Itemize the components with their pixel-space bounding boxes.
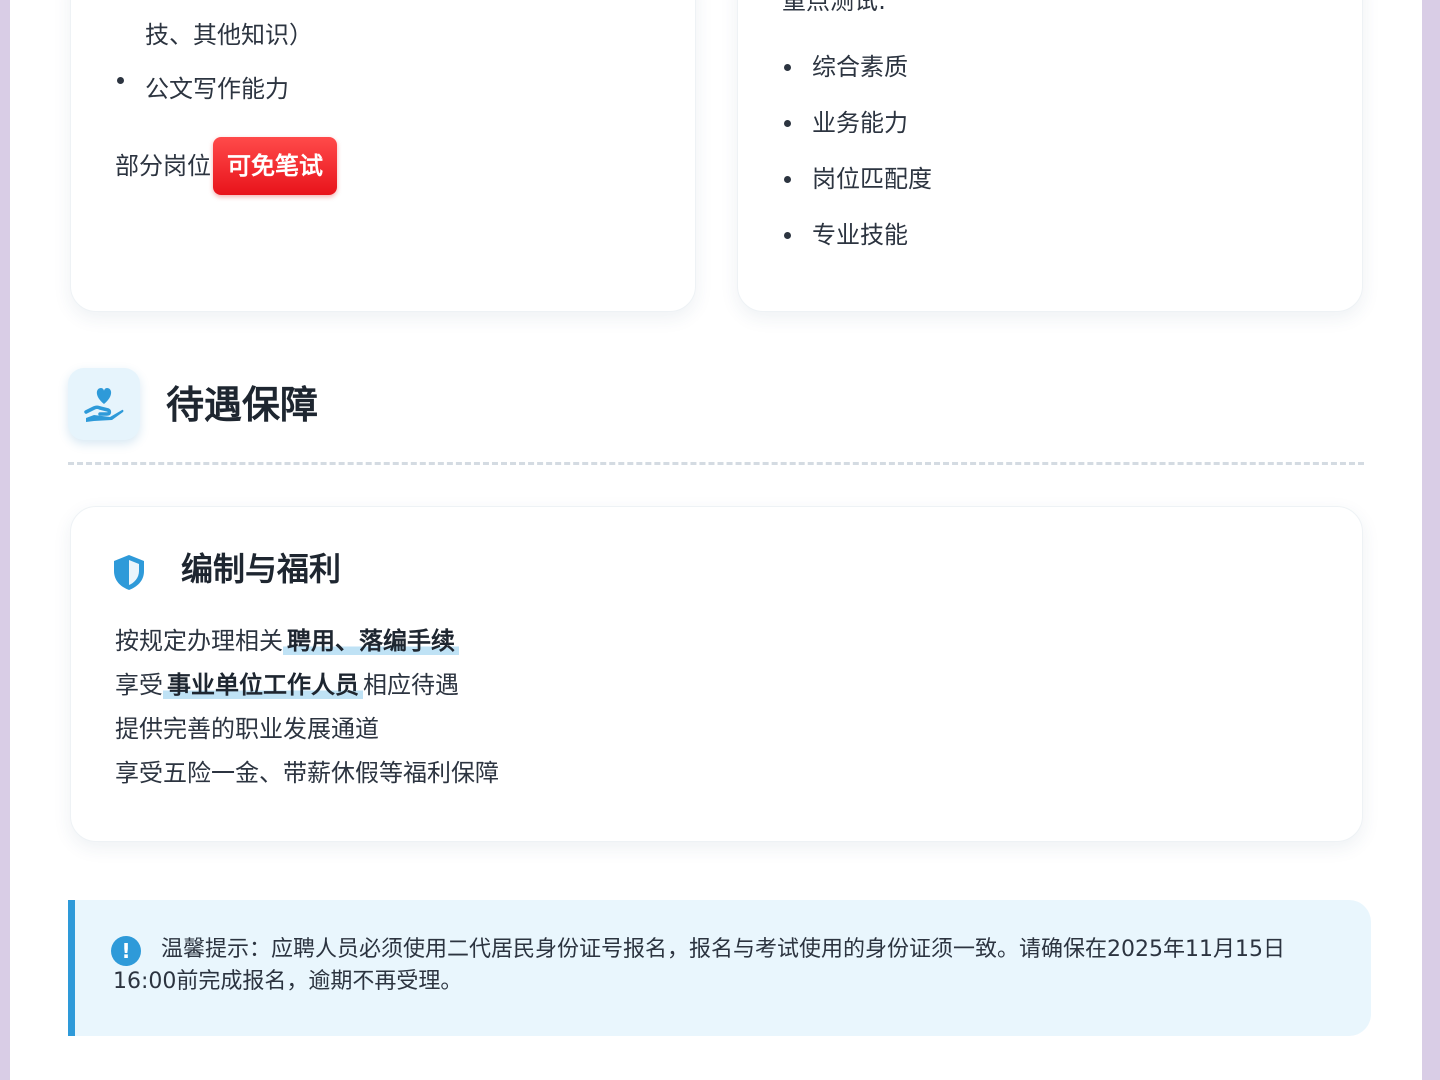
section-header: 待遇保障 <box>68 368 1364 464</box>
benefit-line: 享受五险一金、带薪休假等福利保障 <box>115 759 499 787</box>
benefit-line: 按规定办理相关 聘用、落编手续 <box>115 619 499 663</box>
interview-heading: 重点测试: <box>782 0 887 15</box>
exemption-badge: 可免笔试 <box>213 137 337 195</box>
list-item: 公文写作能力 <box>115 66 655 112</box>
section-divider <box>68 462 1364 465</box>
written-exam-card: 综合能力（人文、历史、文化、经济、科技、其他知识） 公文写作能力 部分岗位 可免… <box>70 0 696 312</box>
page: 综合能力（人文、历史、文化、经济、科技、其他知识） 公文写作能力 部分岗位 可免… <box>10 0 1422 1080</box>
section-title: 待遇保障 <box>166 383 319 427</box>
list-item: 专业技能 <box>782 221 932 249</box>
benefit-text: 享受 <box>115 671 163 699</box>
list-item: 岗位匹配度 <box>782 165 932 193</box>
benefit-text: 相应待遇 <box>363 671 459 699</box>
benefits-title: 编制与福利 <box>181 550 342 588</box>
tip-box: ! 温馨提示：应聘人员必须使用二代居民身份证号报名，报名与考试使用的身份证须一致… <box>68 900 1371 1036</box>
list-item: 综合素质 <box>782 53 932 81</box>
written-exam-list: 综合能力（人文、历史、文化、经济、科技、其他知识） 公文写作能力 <box>115 0 655 103</box>
list-item: 业务能力 <box>782 109 932 137</box>
hand-heart-icon <box>68 368 140 440</box>
benefits-card: 编制与福利 按规定办理相关 聘用、落编手续 享受 事业单位工作人员 相应待遇 提供完善… <box>70 506 1363 842</box>
benefit-line: 提供完善的职业发展通道 <box>115 715 379 743</box>
benefits-lines: 按规定办理相关 聘用、落编手续 享受 事业单位工作人员 相应待遇 提供完善的职业发展通… <box>115 619 499 795</box>
exemption-prefix: 部分岗位 <box>115 152 211 180</box>
interview-card: 重点测试: 综合素质 业务能力 岗位匹配度 专业技能 <box>737 0 1363 312</box>
benefit-text: 按规定办理相关 <box>115 627 283 655</box>
exemption-note: 部分岗位 可免笔试 <box>115 137 337 195</box>
tip-text: 温馨提示：应聘人员必须使用二代居民身份证号报名，报名与考试使用的身份证须一致。请… <box>113 937 1285 994</box>
benefit-highlight: 事业单位工作人员 <box>163 671 363 699</box>
benefit-line: 享受 事业单位工作人员 相应待遇 <box>115 663 499 707</box>
benefit-highlight: 聘用、落编手续 <box>283 627 459 655</box>
list-item: 综合能力（人文、历史、文化、经济、科技、其他知识） <box>115 0 655 58</box>
interview-list: 综合素质 业务能力 岗位匹配度 专业技能 <box>782 53 932 277</box>
shield-icon <box>111 553 147 595</box>
